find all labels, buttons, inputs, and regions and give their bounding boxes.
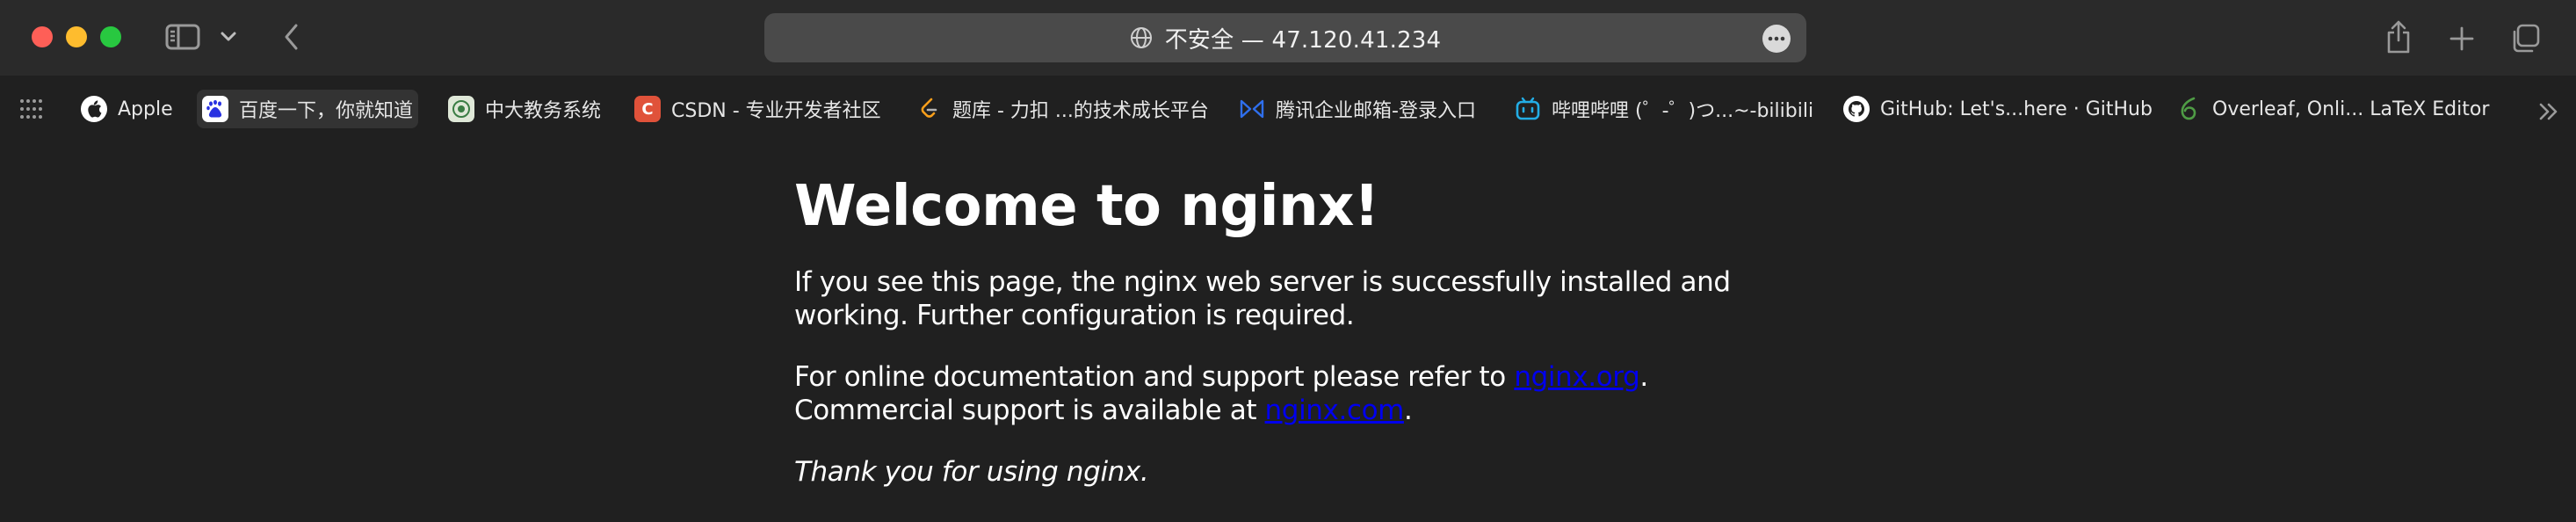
bookmark-label: GitHub: Let's...here · GitHub — [1880, 98, 2153, 120]
commercial-text: Commercial support is available at — [794, 395, 1265, 426]
new-tab-button[interactable] — [2442, 19, 2481, 58]
chevron-down-icon — [221, 32, 236, 41]
docs-period: . — [1639, 361, 1648, 393]
back-button[interactable] — [276, 21, 308, 53]
page-menu-button[interactable] — [1762, 25, 1791, 53]
bookmark-tencent-mail[interactable]: 腾讯企业邮箱-登录入口 — [1234, 90, 1481, 128]
minimize-window-button[interactable] — [66, 26, 87, 47]
bookmark-label: Apple — [118, 98, 173, 120]
bookmark-label: 中大教务系统 — [485, 100, 602, 122]
tencent-mail-icon — [1239, 96, 1265, 122]
github-icon — [1843, 96, 1870, 122]
nginx-org-link[interactable]: nginx.org — [1514, 361, 1639, 393]
share-button[interactable] — [2379, 16, 2418, 58]
intro-paragraph: If you see this page, the nginx web serv… — [794, 266, 1731, 331]
bookmark-leetcode[interactable]: 题库 - 力扣 ...的技术成长平台 — [910, 90, 1214, 128]
bookmark-sysu[interactable]: 中大教务系统 — [443, 90, 606, 128]
chevron-left-icon — [285, 24, 298, 50]
thank-you-text: Thank you for using nginx. — [794, 456, 1149, 488]
apple-icon — [81, 96, 107, 122]
tab-overview-button[interactable] — [2506, 19, 2544, 58]
double-chevron-right-icon — [2539, 103, 2558, 120]
grid-icon[interactable] — [19, 98, 44, 120]
bookmark-label: 百度一下，你就知道 — [239, 100, 414, 122]
bookmark-csdn[interactable]: C CSDN - 专业开发者社区 — [629, 90, 886, 128]
sidebar-toggle-button[interactable] — [162, 21, 204, 53]
bookmark-bilibili[interactable]: 哔哩哔哩 (゜-゜)つ...~-bilibili — [1509, 90, 1819, 128]
nginx-com-link[interactable]: nginx.com — [1265, 395, 1405, 426]
tab-overview-icon — [2513, 24, 2540, 53]
share-icon — [2387, 20, 2410, 54]
bookmark-baidu[interactable]: 百度一下，你就知道 — [197, 90, 419, 128]
bookmark-label: CSDN - 专业开发者社区 — [671, 100, 881, 122]
overleaf-icon — [2175, 96, 2202, 122]
baidu-icon — [202, 96, 228, 122]
globe-icon — [1130, 26, 1153, 49]
docs-text: For online documentation and support ple… — [794, 361, 1515, 393]
bookmark-label: 哔哩哔哩 (゜-゜)つ...~-bilibili — [1552, 100, 1814, 122]
csdn-icon: C — [634, 96, 661, 122]
bookmarks-overflow-button[interactable] — [2536, 98, 2562, 125]
tab-group-menu-button[interactable] — [218, 26, 239, 47]
bilibili-icon — [1515, 96, 1541, 122]
sysu-icon — [448, 96, 474, 122]
close-window-button[interactable] — [32, 26, 53, 47]
more-icon — [1768, 36, 1785, 41]
zoom-window-button[interactable] — [100, 26, 121, 47]
sidebar-icon — [165, 24, 200, 50]
bookmark-label: Overleaf, Onli... LaTeX Editor — [2212, 98, 2490, 120]
address-text: 不安全 — 47.120.41.234 — [1164, 26, 1442, 54]
bookmark-label: 题库 - 力扣 ...的技术成长平台 — [952, 100, 1209, 122]
page-title: Welcome to nginx! — [794, 174, 1379, 239]
page-content: Welcome to nginx! If you see this page, … — [794, 167, 1761, 489]
bookmark-overleaf[interactable]: Overleaf, Onli... LaTeX Editor — [2170, 90, 2494, 128]
bookmark-label: 腾讯企业邮箱-登录入口 — [1276, 100, 1476, 122]
address-bar[interactable]: 不安全 — 47.120.41.234 — [764, 13, 1806, 62]
docs-paragraph: For online documentation and support ple… — [794, 360, 1761, 427]
bookmark-apple[interactable]: Apple — [76, 90, 178, 128]
plus-icon — [2449, 26, 2474, 51]
favorites-bar: Apple 百度一下，你就知道 中大教务系统 C CSDN - 专业开发者社区 … — [0, 84, 2576, 134]
browser-toolbar: 不安全 — 47.120.41.234 — [0, 0, 2576, 76]
leetcode-icon — [915, 96, 942, 122]
bookmark-github[interactable]: GitHub: Let's...here · GitHub — [1838, 90, 2158, 128]
commercial-period: . — [1403, 395, 1413, 426]
